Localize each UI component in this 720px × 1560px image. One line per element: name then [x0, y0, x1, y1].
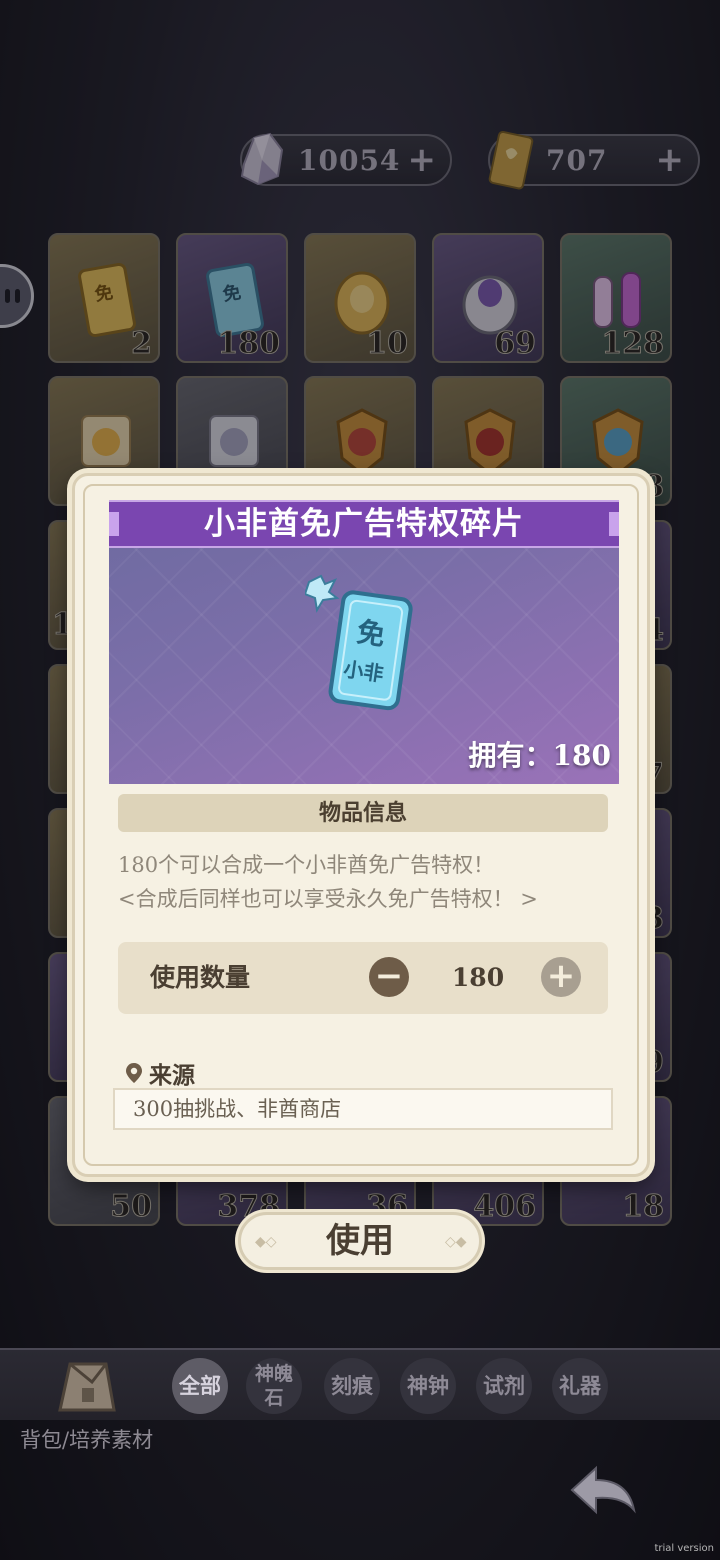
- item-banner: 小非酋免广告特权碎片 免 小非 拥有：180: [109, 500, 619, 784]
- quantity-stepper: 使用数量 − 180 +: [118, 942, 608, 1014]
- left-diamond-ornament: ◆◇: [255, 1234, 277, 1250]
- quantity-value[interactable]: 180: [438, 942, 518, 1014]
- description-line-1: 180个可以合成一个小非酋免广告特权！: [118, 853, 495, 877]
- increase-quantity-button[interactable]: +: [541, 957, 581, 997]
- decrease-quantity-button[interactable]: −: [369, 957, 409, 997]
- tab-all[interactable]: 全部: [172, 1358, 228, 1414]
- tab-bell[interactable]: 神钟: [400, 1358, 456, 1414]
- tab-reagent[interactable]: 试剂: [476, 1358, 532, 1414]
- source-text: 300抽挑战、非酋商店: [113, 1088, 613, 1130]
- ticket-top-char: 免: [355, 615, 387, 652]
- watermark: trial version: [654, 1543, 714, 1554]
- tab-soul-stone-line2: 石: [264, 1387, 284, 1409]
- description-line-2: <合成后同样也可以享受永久免广告特权！ >: [118, 887, 538, 911]
- breadcrumb: 背包/培养素材: [20, 1428, 154, 1452]
- tab-ritual[interactable]: 礼器: [552, 1358, 608, 1414]
- ad-free-ticket-fragment-icon: 免 小非: [305, 574, 413, 711]
- quantity-label: 使用数量: [150, 963, 251, 992]
- item-info-header: 物品信息: [118, 794, 608, 832]
- tab-engrave[interactable]: 刻痕: [324, 1358, 380, 1414]
- tab-soul-stone-line1: 神魄: [254, 1363, 293, 1385]
- item-title: 小非酋免广告特权碎片: [109, 500, 619, 548]
- item-detail-modal: 小非酋免广告特权碎片 免 小非 拥有：180 物品信息 180个可以合成一个小非…: [72, 473, 650, 1177]
- backpack-icon: [58, 1362, 116, 1412]
- use-button-label: 使用: [326, 1221, 394, 1261]
- location-pin-icon: [126, 1063, 142, 1083]
- owned-count: 拥有：180: [468, 739, 611, 772]
- item-description: 180个可以合成一个小非酋免广告特权！ <合成后同样也可以享受永久免广告特权！ …: [118, 848, 618, 916]
- source-heading: 来源: [125, 1056, 195, 1090]
- back-arrow-icon[interactable]: [568, 1460, 640, 1520]
- source-label: 来源: [149, 1062, 195, 1089]
- tab-soul-stone[interactable]: 神魄 石: [246, 1358, 302, 1414]
- use-button[interactable]: ◆◇ 使用 ◇◆: [238, 1212, 482, 1270]
- right-diamond-ornament: ◇◆: [445, 1234, 467, 1250]
